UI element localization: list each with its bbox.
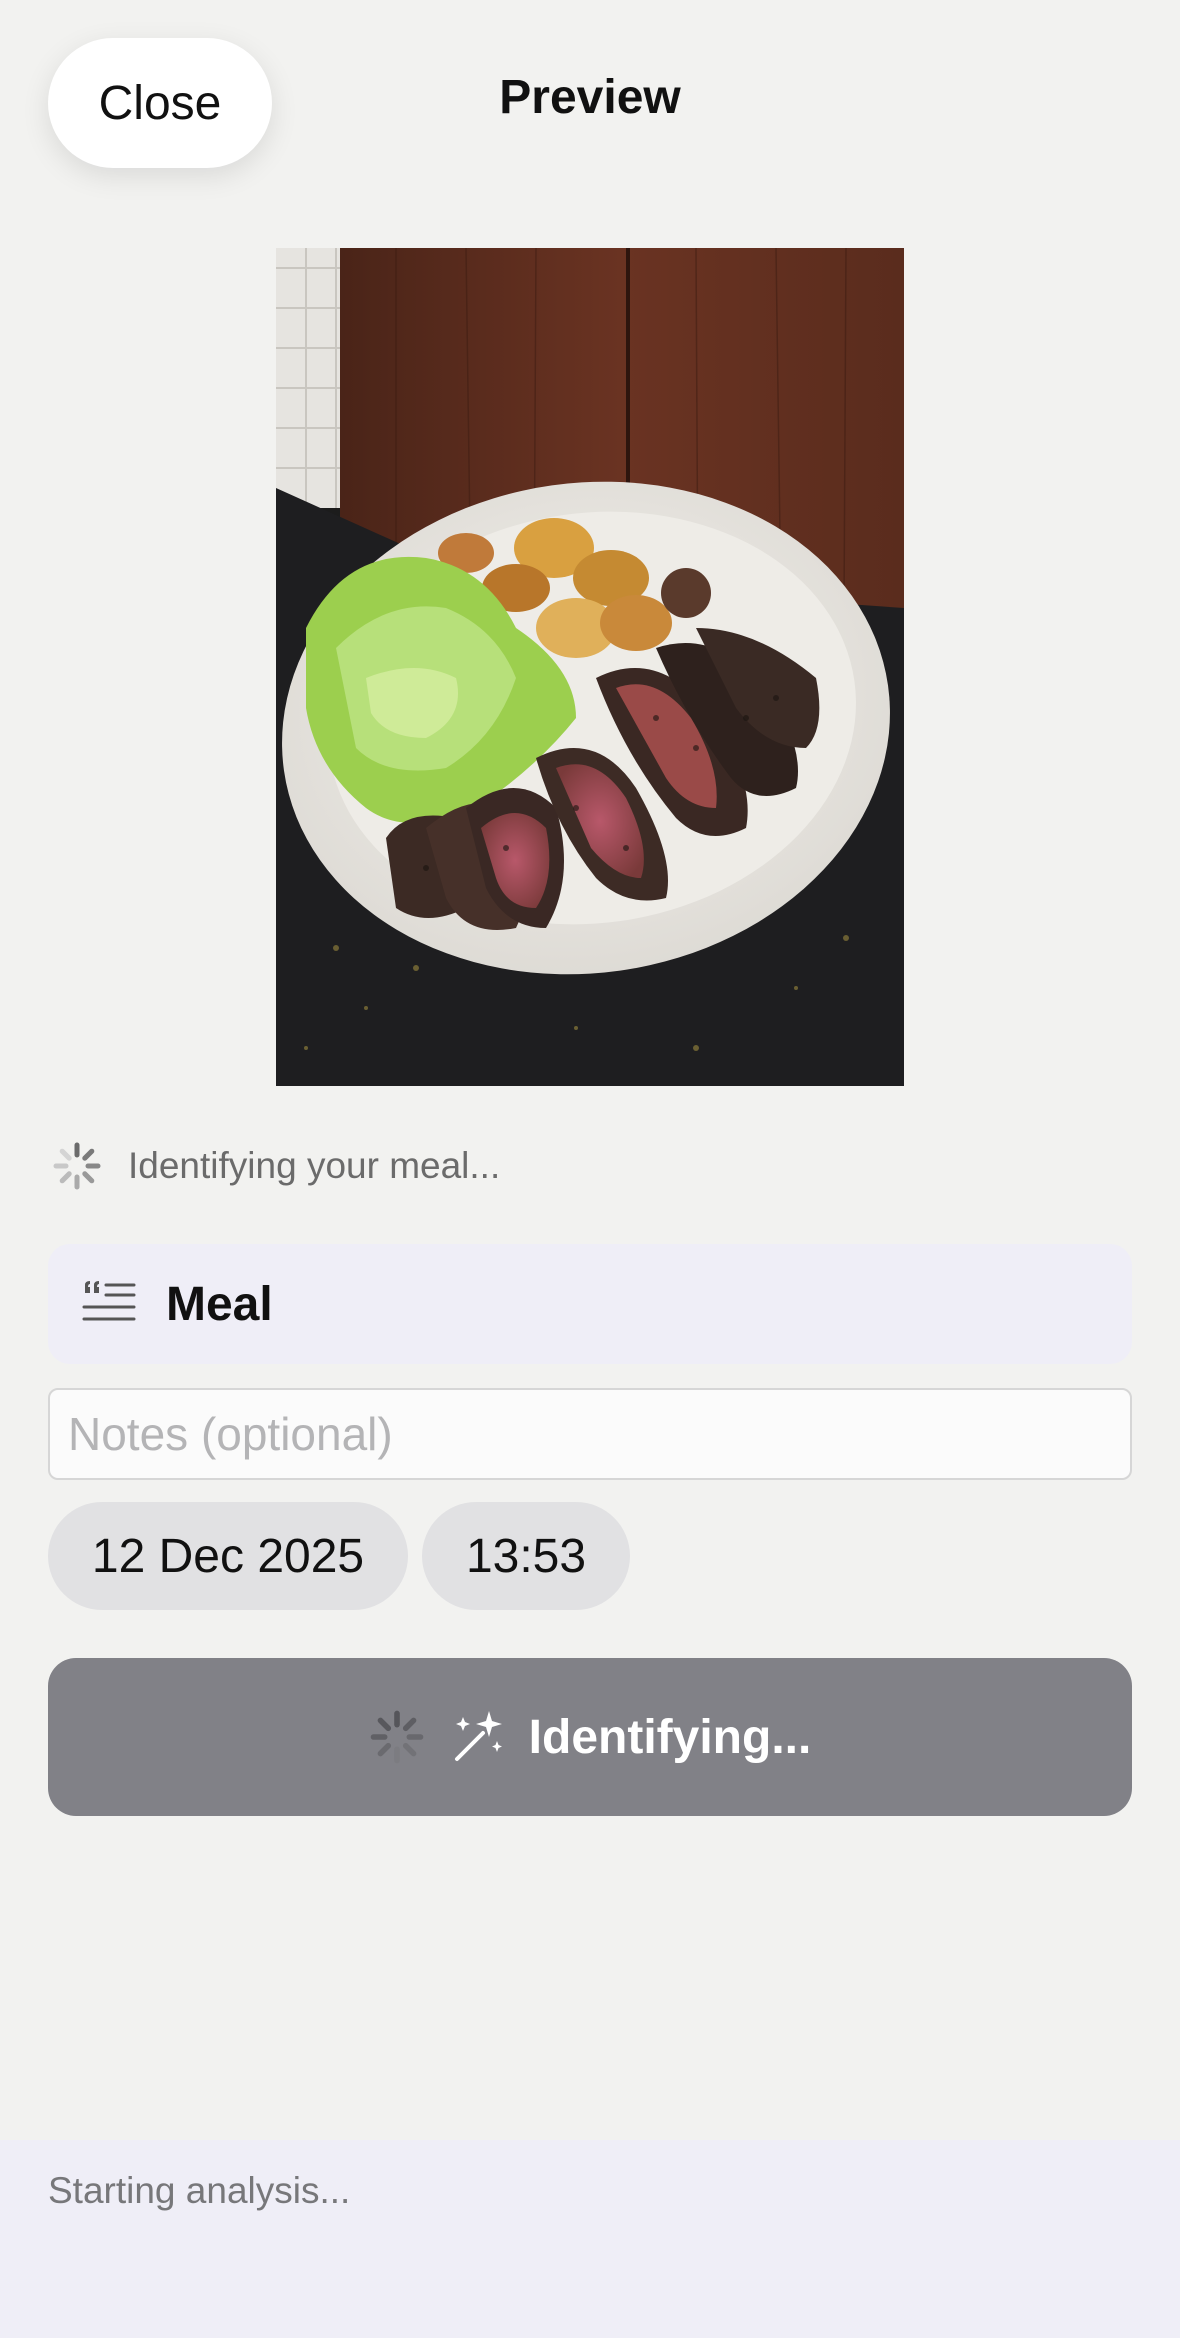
footer-status-text: Starting analysis...: [48, 2170, 351, 2211]
meal-photo-illustration: [276, 248, 904, 1086]
text-quote-icon: [82, 1281, 136, 1321]
spinner-icon: [53, 1142, 101, 1190]
footer-status-bar: Starting analysis...: [0, 2140, 1180, 2338]
meal-photo: [276, 248, 904, 1086]
identify-button[interactable]: Identifying...: [48, 1658, 1132, 1816]
time-picker-button[interactable]: 13:53: [422, 1502, 630, 1610]
magic-wand-icon: [454, 1711, 502, 1761]
notes-input[interactable]: [48, 1388, 1132, 1480]
identify-button-label: Identifying...: [528, 1710, 812, 1764]
meal-card[interactable]: Meal: [48, 1244, 1132, 1364]
page-title: Preview: [499, 71, 681, 124]
date-picker-button[interactable]: 12 Dec 2025: [48, 1502, 408, 1610]
spinner-icon: [370, 1710, 423, 1764]
status-row: Identifying your meal...: [52, 1140, 500, 1192]
meal-label: Meal: [166, 1277, 273, 1331]
preview-sheet: Close Preview Identifying your meal... M…: [0, 0, 1180, 2338]
status-text: Identifying your meal...: [128, 1145, 501, 1186]
